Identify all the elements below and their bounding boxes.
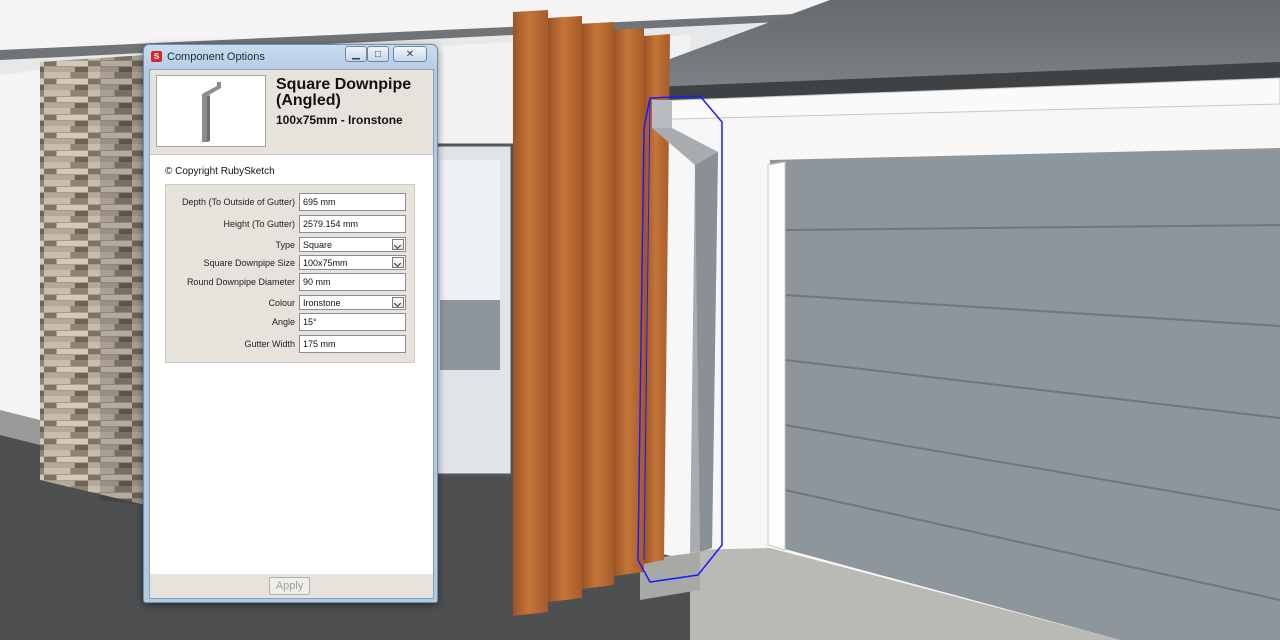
colour-select[interactable]: Ironstone [299, 295, 406, 310]
diameter-input[interactable]: 90 mm [299, 273, 406, 291]
angle-label: Angle [271, 317, 295, 327]
size-row: Square Downpipe Size 100x75mm [166, 254, 414, 274]
minimize-icon: ▁ [352, 49, 360, 60]
timber-batten [548, 16, 582, 602]
options-form: Depth (To Outside of Gutter) 695 mm Heig… [165, 184, 415, 363]
angle-row: Angle 15° [166, 313, 414, 333]
depth-row: Depth (To Outside of Gutter) 695 mm [166, 193, 414, 213]
component-subtitle: 100x75mm - Ironstone [276, 113, 403, 127]
colour-label: Colour [268, 298, 295, 308]
apply-button[interactable]: Apply [269, 577, 310, 595]
colour-row: Colour Ironstone [166, 294, 414, 314]
component-thumbnail [156, 75, 266, 147]
sketchup-icon: S [151, 51, 162, 62]
type-value: Square [303, 240, 333, 250]
type-label: Type [275, 240, 295, 250]
chevron-down-icon[interactable] [392, 257, 404, 268]
title-bar[interactable]: S Component Options ▁ □ ✕ [144, 45, 437, 69]
downpipe-thumbnail-icon [202, 82, 221, 142]
depth-label: Depth (To Outside of Gutter) [181, 197, 295, 207]
colour-value: Ironstone [303, 298, 341, 308]
component-title: Square Downpipe (Angled) [276, 76, 412, 109]
maximize-icon: □ [374, 49, 382, 60]
dialog-body: Square Downpipe (Angled) 100x75mm - Iron… [149, 69, 434, 599]
timber-batten [513, 10, 548, 616]
diameter-row: Round Downpipe Diameter 90 mm [166, 273, 414, 293]
gutter-width-row: Gutter Width 175 mm [166, 335, 414, 355]
gutter-width-input[interactable]: 175 mm [299, 335, 406, 353]
size-value: 100x75mm [303, 258, 348, 268]
chevron-down-icon[interactable] [392, 297, 404, 308]
chevron-down-icon[interactable] [392, 239, 404, 250]
type-select[interactable]: Square [299, 237, 406, 252]
copyright-text: © Copyright RubySketch [165, 166, 275, 177]
height-label: Height (To Gutter) [223, 219, 295, 229]
gutter-width-label: Gutter Width [244, 339, 295, 349]
close-icon: ✕ [405, 49, 415, 60]
height-input[interactable]: 2579.154 mm [299, 215, 406, 233]
height-row: Height (To Gutter) 2579.154 mm [166, 215, 414, 235]
diameter-label: Round Downpipe Diameter [186, 277, 295, 287]
maximize-button[interactable]: □ [367, 46, 389, 62]
dialog-title: Component Options [167, 51, 265, 63]
dialog-footer: Apply [150, 574, 433, 598]
type-row: Type Square [166, 236, 414, 256]
size-select[interactable]: 100x75mm [299, 255, 406, 270]
component-header: Square Downpipe (Angled) 100x75mm - Iron… [150, 70, 433, 155]
close-button[interactable]: ✕ [393, 46, 427, 62]
angle-input[interactable]: 15° [299, 313, 406, 331]
depth-input[interactable]: 695 mm [299, 193, 406, 211]
timber-batten [582, 22, 614, 589]
component-options-dialog: S Component Options ▁ □ ✕ Square Downpip… [143, 44, 438, 603]
size-label: Square Downpipe Size [203, 258, 295, 268]
minimize-button[interactable]: ▁ [345, 46, 367, 62]
